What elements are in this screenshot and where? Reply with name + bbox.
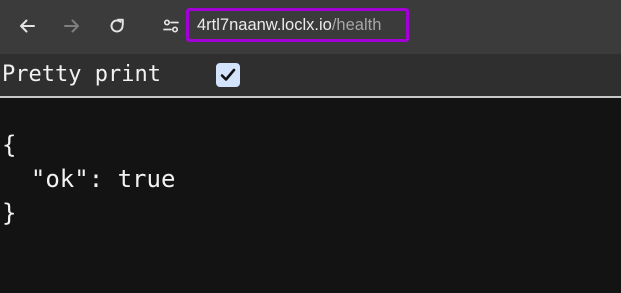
reload-icon [110, 18, 124, 33]
site-info-button[interactable] [156, 11, 186, 41]
arrow-left-icon [20, 19, 35, 33]
pretty-print-label: Pretty print [2, 62, 161, 87]
browser-toolbar: 4rtl7naanw.loclx.io/health [0, 0, 621, 54]
url-host: 4rtl7naanw.loclx.io [197, 15, 332, 34]
pretty-print-checkbox[interactable] [216, 63, 240, 87]
json-content-area: { "ok": true } [0, 98, 621, 293]
pretty-print-bar: Pretty print [0, 54, 621, 98]
url-path: /health [331, 15, 382, 34]
address-bar[interactable]: 4rtl7naanw.loclx.io/health [186, 8, 409, 42]
forward-button[interactable] [57, 11, 87, 41]
reload-button[interactable] [102, 11, 132, 41]
tune-sliders-icon [163, 19, 179, 33]
arrow-right-icon [64, 19, 79, 33]
json-text: { "ok": true } [2, 131, 176, 227]
back-button[interactable] [12, 11, 42, 41]
checkmark-icon [220, 68, 236, 81]
